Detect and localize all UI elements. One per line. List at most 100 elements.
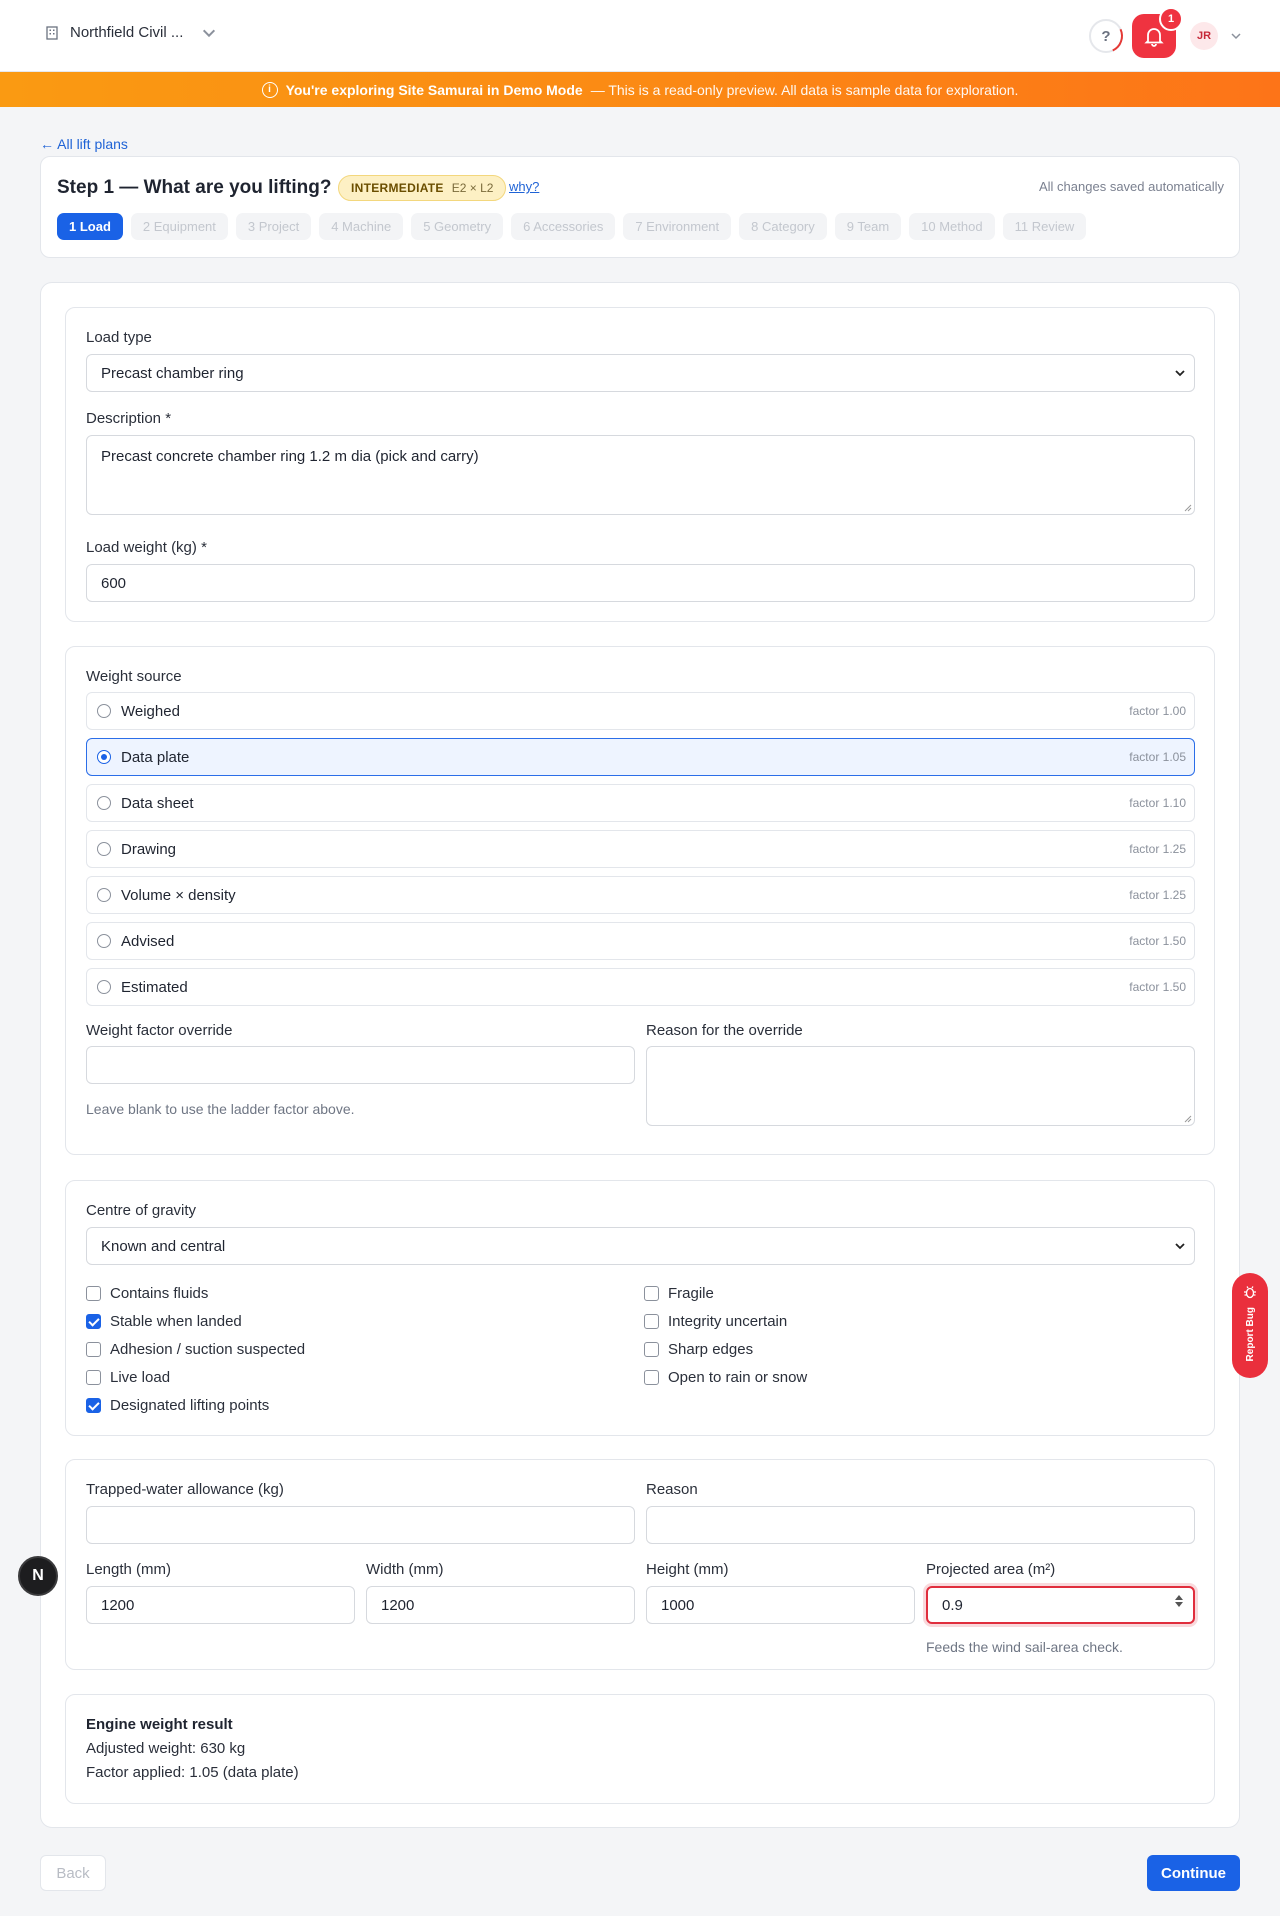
trapped-water-input[interactable] (86, 1506, 635, 1544)
load-type-select[interactable]: Precast chamber ring (86, 354, 1195, 392)
radio-button[interactable] (97, 842, 111, 856)
step-tab-load[interactable]: 1 Load (57, 213, 123, 240)
height-label: Height (mm) (646, 1561, 729, 1578)
checkbox-contains-fluids[interactable]: Contains fluids (86, 1285, 208, 1302)
override-reason-textarea[interactable] (646, 1046, 1195, 1126)
checkbox-fragile[interactable]: Fragile (644, 1285, 714, 1302)
step-tab-geometry[interactable]: 5 Geometry (411, 213, 504, 240)
bug-icon (1244, 1286, 1256, 1299)
notification-count-badge: 1 (1159, 7, 1183, 31)
number-spinner[interactable] (1175, 1595, 1183, 1607)
checkbox-box[interactable] (644, 1314, 659, 1329)
user-avatar[interactable]: JR (1190, 22, 1218, 50)
weight-source-option[interactable]: Volume × density factor 1.25 (86, 876, 1195, 914)
option-label: Data sheet (121, 794, 194, 812)
checkbox-box-checked[interactable] (86, 1314, 101, 1329)
weight-source-option[interactable]: Estimated factor 1.50 (86, 968, 1195, 1006)
weight-source-option[interactable]: Drawing factor 1.25 (86, 830, 1195, 868)
weight-factor-override-input[interactable] (86, 1046, 635, 1084)
banner-subtitle: — This is a read-only preview. All data … (590, 81, 1019, 98)
chevron-down-icon (1175, 1243, 1185, 1250)
step-tab-machine[interactable]: 4 Machine (319, 213, 404, 240)
cog-select[interactable]: Known and central (86, 1227, 1195, 1265)
radio-button[interactable] (97, 934, 111, 948)
checkbox-designated-lifting-points[interactable]: Designated lifting points (86, 1397, 269, 1414)
option-factor: factor 1.00 (1129, 704, 1186, 718)
result-adjusted-weight: Adjusted weight: 630 kg (86, 1740, 246, 1757)
step-tab-environment[interactable]: 7 Environment (623, 213, 732, 240)
checkbox-box-checked[interactable] (86, 1398, 101, 1413)
checkbox-label: Open to rain or snow (668, 1369, 808, 1386)
step-tab-team[interactable]: 9 Team (834, 213, 902, 240)
radio-button[interactable] (97, 704, 111, 718)
load-weight-input[interactable]: 600 (86, 564, 1195, 602)
step-tab-review[interactable]: 11 Review (1002, 213, 1087, 240)
why-link[interactable]: why? (509, 179, 539, 194)
radio-button[interactable] (97, 980, 111, 994)
weight-source-option-selected[interactable]: Data plate factor 1.05 (86, 738, 1195, 776)
user-menu-chevron-icon[interactable] (1230, 30, 1242, 42)
option-factor: factor 1.10 (1129, 796, 1186, 810)
width-input[interactable]: 1200 (366, 1586, 635, 1624)
resize-grip-icon[interactable] (1182, 502, 1192, 512)
org-name: Northfield Civil ... (70, 24, 184, 41)
back-button[interactable]: Back (40, 1855, 106, 1891)
checkbox-stable-when-landed[interactable]: Stable when landed (86, 1313, 242, 1330)
step-tab-project[interactable]: 3 Project (235, 213, 312, 240)
checkbox-sharp-edges[interactable]: Sharp edges (644, 1341, 753, 1358)
resize-grip-icon[interactable] (1182, 1113, 1192, 1123)
checkbox-box[interactable] (644, 1370, 659, 1385)
all-lift-plans-link[interactable]: ← All lift plans (40, 136, 128, 152)
radio-button-selected[interactable] (97, 750, 111, 764)
step-tab-category[interactable]: 8 Category (739, 213, 827, 240)
description-value: Precast concrete chamber ring 1.2 m dia … (101, 448, 479, 465)
weight-source-option[interactable]: Data sheet factor 1.10 (86, 784, 1195, 822)
override-label: Weight factor override (86, 1022, 233, 1039)
option-label: Volume × density (121, 886, 236, 904)
step-tab-method[interactable]: 10 Method (909, 213, 995, 240)
step-tab-accessories[interactable]: 6 Accessories (511, 213, 616, 240)
report-bug-button[interactable]: Report Bug (1232, 1273, 1268, 1378)
length-input[interactable]: 1200 (86, 1586, 355, 1624)
trapped-reason-input[interactable] (646, 1506, 1195, 1544)
step-tab-equipment[interactable]: 2 Equipment (130, 213, 228, 240)
checkbox-live-load[interactable]: Live load (86, 1369, 170, 1386)
step-tabs: 1 Load 2 Equipment 3 Project 4 Machine 5… (57, 213, 1087, 240)
weight-source-option[interactable]: Advised factor 1.50 (86, 922, 1195, 960)
option-factor: factor 1.25 (1129, 888, 1186, 902)
length-label: Length (mm) (86, 1561, 172, 1578)
checkbox-box[interactable] (86, 1370, 101, 1385)
checkbox-adhesion-suction[interactable]: Adhesion / suction suspected (86, 1341, 305, 1358)
result-factor-applied: Factor applied: 1.05 (data plate) (86, 1764, 299, 1781)
trapped-water-label: Trapped-water allowance (kg) (86, 1481, 284, 1498)
checkbox-label: Fragile (668, 1285, 714, 1302)
weight-source-option[interactable]: Weighed factor 1.00 (86, 692, 1195, 730)
checkbox-integrity-uncertain[interactable]: Integrity uncertain (644, 1313, 787, 1330)
option-factor: factor 1.25 (1129, 842, 1186, 856)
checkbox-box[interactable] (644, 1342, 659, 1357)
engine-weight-result: Engine weight result Adjusted weight: 63… (65, 1694, 1215, 1804)
description-textarea[interactable]: Precast concrete chamber ring 1.2 m dia … (86, 435, 1195, 515)
height-input[interactable]: 1000 (646, 1586, 915, 1624)
checkbox-box[interactable] (86, 1286, 101, 1301)
radio-button[interactable] (97, 796, 111, 810)
cog-label: Centre of gravity (86, 1202, 197, 1219)
override-hint: Leave blank to use the ladder factor abo… (86, 1101, 355, 1117)
checkbox-label: Live load (110, 1369, 171, 1386)
top-bar: Northfield Civil ... ? 1 JR (0, 0, 1280, 72)
spinner-up-icon[interactable] (1175, 1595, 1183, 1600)
checkbox-box[interactable] (86, 1342, 101, 1357)
help-button[interactable]: ? (1089, 19, 1123, 53)
checkbox-label: Designated lifting points (110, 1397, 270, 1414)
projected-area-hint: Feeds the wind sail-area check. (926, 1639, 1123, 1655)
continue-button[interactable]: Continue (1147, 1855, 1240, 1891)
spinner-down-icon[interactable] (1175, 1602, 1183, 1607)
height-value: 1000 (661, 1596, 695, 1614)
checkbox-open-to-rain-or-snow[interactable]: Open to rain or snow (644, 1369, 807, 1386)
projected-area-input[interactable]: 0.9 (926, 1586, 1195, 1624)
next-dev-indicator[interactable]: N (18, 1556, 58, 1596)
radio-button[interactable] (97, 888, 111, 902)
checkbox-box[interactable] (644, 1286, 659, 1301)
centre-of-gravity-section: Centre of gravity Known and central Cont… (65, 1180, 1215, 1436)
org-switcher[interactable]: Northfield Civil ... (44, 24, 217, 41)
